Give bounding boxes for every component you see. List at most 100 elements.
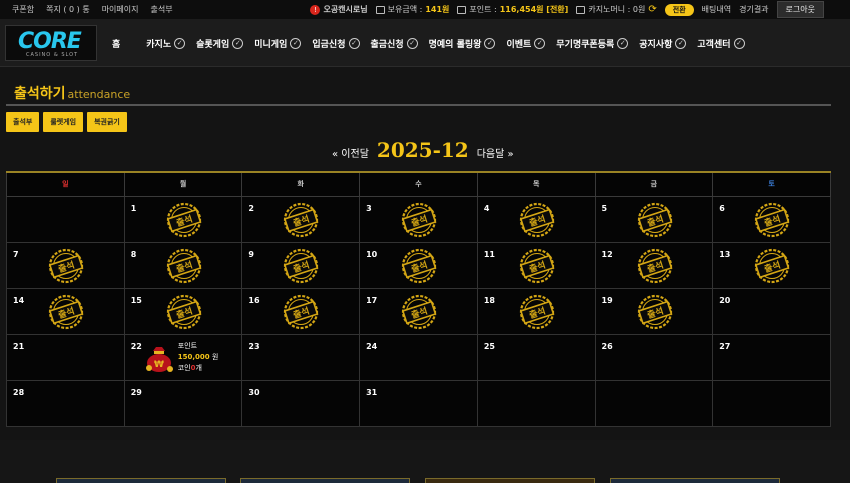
calendar-day-cell: 16 출석 — [241, 287, 361, 335]
refresh-icon[interactable]: ⟳ — [648, 4, 656, 15]
nav-rolling-king[interactable]: 명예의 롤링왕 ✓ — [429, 37, 496, 50]
weekday-tue: 화 — [241, 171, 361, 197]
day-number: 14 — [13, 295, 25, 305]
day-number: 18 — [483, 295, 495, 305]
attendance-stamp-icon: 출석 — [284, 248, 319, 283]
banner[interactable] — [56, 478, 226, 483]
day-number: 12 — [601, 249, 613, 259]
attendance-stamp-icon: 출석 — [519, 294, 555, 329]
day-number: 27 — [719, 341, 731, 351]
day-number: 25 — [483, 341, 495, 351]
top-right-info: ! 오공캔시로님 보유금액 : 141원 포인트 : 116,454원 [전환]… — [310, 1, 824, 18]
attendance-buttons: 출석부 룰렛게임 복권긁기 — [6, 112, 127, 132]
balance-label: 보유금액 : — [387, 5, 423, 14]
day-number: 10 — [366, 249, 378, 259]
game-results-link[interactable]: 경기결과 — [739, 4, 768, 15]
day-number: 3 — [366, 203, 372, 213]
roulette-button[interactable]: 룰렛게임 — [43, 112, 84, 132]
attendance-stamp-icon: 출석 — [401, 248, 437, 283]
day-number: 29 — [130, 387, 142, 397]
nav-slot[interactable]: 슬롯게임 ✓ — [196, 37, 244, 50]
check-circle-icon: ✓ — [733, 38, 745, 49]
logo[interactable]: CORE CASINO & SLOT — [5, 25, 97, 61]
calendar-day-cell: 23 — [241, 333, 361, 381]
calendar-day-cell: 5 출석 — [594, 195, 714, 243]
banner[interactable] — [610, 478, 780, 483]
calendar-day-cell: 7 출석 — [6, 241, 125, 289]
user-info: ! 오공캔시로님 — [310, 4, 368, 15]
coin-label: 코인 — [177, 363, 191, 372]
check-circle-icon: ✓ — [484, 38, 496, 49]
calendar-day-cell: 30 — [241, 379, 361, 427]
nav-deposit[interactable]: 입금신청 ✓ — [312, 37, 360, 50]
day-number: 4 — [483, 203, 490, 213]
nav-withdraw[interactable]: 출금신청 ✓ — [371, 37, 418, 50]
nav-coupon-register[interactable]: 무기명쿠폰등록 ✓ — [556, 37, 629, 50]
prev-month-link[interactable]: « 이전달 — [332, 145, 369, 160]
calendar-day-cell: 4 출석 — [476, 195, 596, 243]
nav-home[interactable]: 홈 — [112, 37, 120, 50]
calendar-day-cell: 19 출석 — [594, 287, 714, 335]
calendar-day-cell: 20 — [712, 287, 831, 335]
calendar-day-cell — [712, 379, 831, 427]
attendance-stamp-icon: 출석 — [755, 248, 790, 283]
nav-support[interactable]: 고객센터 ✓ — [697, 37, 745, 50]
day-number: 31 — [366, 387, 378, 397]
point-value[interactable]: 116,454원 [전환] — [500, 4, 569, 15]
attendance-stamp-icon: 출석 — [755, 202, 790, 237]
attendance-stamp-icon: 출석 — [401, 294, 437, 329]
day-number: 26 — [601, 341, 613, 351]
calendar-day-cell: 21 — [6, 333, 125, 381]
banner[interactable] — [425, 478, 595, 483]
convert-button[interactable]: 전환 — [664, 3, 694, 16]
casino-money-info: 카지노머니 : 0원 ⟳ — [576, 4, 657, 15]
nav-event[interactable]: 이벤트 ✓ — [506, 37, 546, 50]
coupon-link[interactable]: 쿠폰함 — [12, 4, 34, 15]
calendar-day-cell: 27 — [712, 333, 831, 381]
reward-points: 150,000 — [177, 352, 210, 361]
weekday-wed: 수 — [359, 171, 478, 197]
page-title: 출석하기 attendance — [14, 86, 131, 102]
calendar-day-cell — [476, 379, 596, 427]
calendar-day-cell: 1 출석 — [123, 195, 243, 243]
weekday-sat: 토 — [712, 171, 831, 197]
bet-history-link[interactable]: 배팅내역 — [702, 4, 731, 15]
calendar-day-cell: 13 출석 — [712, 241, 831, 289]
logo-subtitle: CASINO & SLOT — [26, 52, 79, 58]
day-number: 23 — [248, 341, 260, 351]
banner[interactable] — [240, 478, 410, 483]
nav-notice[interactable]: 공지사항 ✓ — [639, 37, 687, 50]
attendance-stamp-icon: 출석 — [637, 248, 672, 283]
logout-button[interactable]: 로그아웃 — [776, 1, 824, 18]
calendar-day-cell: 29 — [123, 379, 243, 427]
next-month-link[interactable]: 다음달 » — [477, 145, 514, 160]
point-info: 포인트 : 116,454원 [전환] — [457, 4, 568, 15]
lottery-button[interactable]: 복권긁기 — [87, 112, 127, 132]
calendar-day-cell: 18 출석 — [476, 287, 596, 335]
nav-casino[interactable]: 카지노 ✓ — [146, 37, 186, 50]
day-number: 6 — [719, 203, 725, 213]
attendance-stamp-icon: 출석 — [48, 294, 84, 329]
day-number: 2 — [248, 203, 254, 213]
attendance-stamp-icon: 출석 — [519, 202, 555, 237]
reward-info: ₩ 포인트 150,000 원 코인0개 — [143, 341, 219, 374]
attendance-stamp-icon: 출석 — [166, 294, 202, 329]
attendance-book-button[interactable]: 출석부 — [6, 112, 40, 132]
nav-minigame[interactable]: 미니게임 ✓ — [254, 37, 302, 50]
day-number: 24 — [366, 341, 378, 351]
user-badge-icon: ! — [310, 4, 321, 15]
calendar-week: 7 출석 8 출석 9 출석 10 출석 11 출석 12 출석 13 출석 — [6, 241, 831, 289]
messages-link[interactable]: 쪽지 ( 0 ) 통 — [46, 4, 90, 15]
attendance-stamp-icon: 출석 — [519, 248, 555, 283]
day-number: 19 — [601, 295, 613, 305]
calendar-day-cell: 28 — [6, 379, 125, 427]
attendance-link[interactable]: 출석부 — [151, 4, 173, 15]
attendance-stamp-icon: 출석 — [48, 248, 84, 283]
weekday-thu: 목 — [476, 171, 596, 197]
calendar-day-cell: 2 출석 — [241, 195, 361, 243]
reward-points-unit: 원 — [211, 352, 219, 361]
mypage-link[interactable]: 마이페이지 — [102, 4, 139, 15]
svg-text:₩: ₩ — [154, 360, 164, 370]
reward-label: 포인트 — [177, 341, 198, 350]
attendance-stamp-icon: 출석 — [637, 294, 672, 329]
